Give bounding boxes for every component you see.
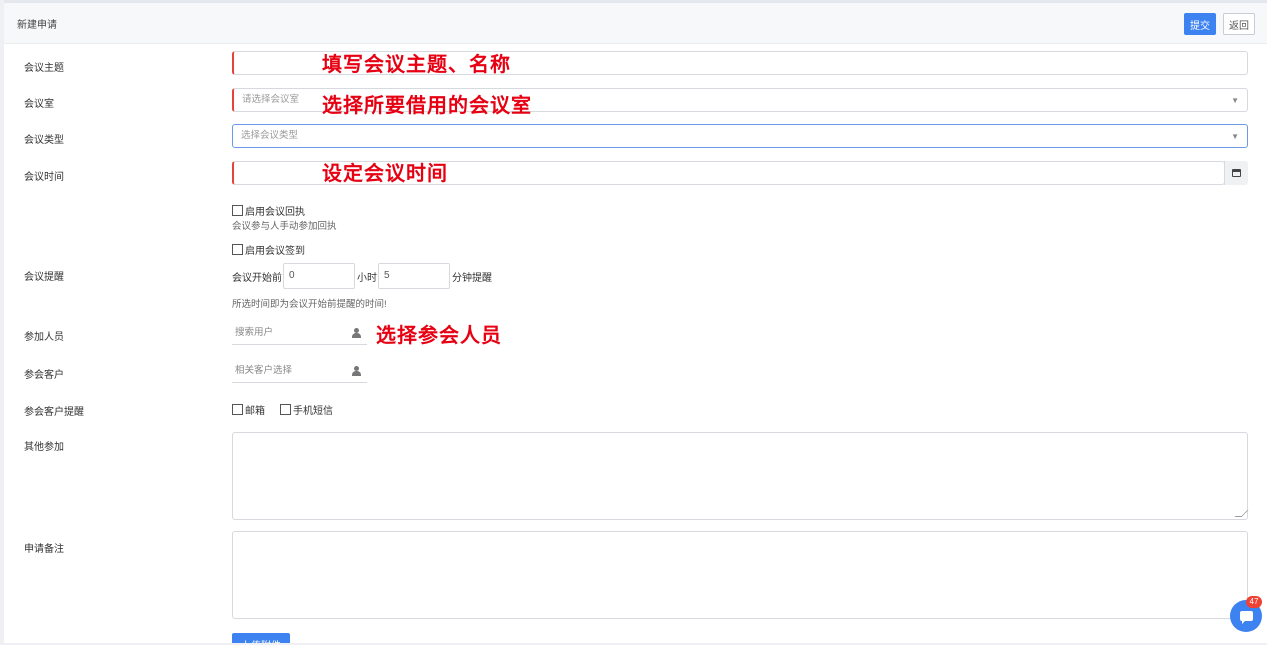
others-label: 其他参加 (24, 442, 64, 453)
chevron-down-icon: ▼ (1231, 96, 1239, 105)
receipt-hint: 会议参与人手动参加回执 (232, 221, 337, 232)
time-annotation: 设定会议时间 (322, 161, 448, 185)
room-label: 会议室 (24, 99, 54, 110)
sms-checkbox-label: 手机短信 (293, 406, 333, 417)
sms-checkbox[interactable]: 手机短信 (280, 402, 333, 417)
customers-label: 参会客户 (24, 370, 64, 381)
attachment-label: 附件 (24, 640, 44, 643)
resize-handle-icon[interactable] (1234, 510, 1249, 517)
topic-annotation: 填写会议主题、名称 (322, 52, 511, 76)
reminder-hours-unit: 小时 (357, 272, 377, 284)
reminder-minutes-unit: 分钟提醒 (452, 272, 492, 284)
chevron-down-icon: ▼ (1231, 132, 1239, 141)
topic-label: 会议主题 (24, 63, 64, 74)
receipt-checkbox[interactable]: 启用会议回执 (232, 203, 305, 218)
others-textarea[interactable] (232, 432, 1249, 520)
checkbox-icon (232, 244, 243, 255)
email-checkbox-label: 邮箱 (245, 406, 265, 417)
calendar-button[interactable] (1224, 161, 1248, 185)
signin-checkbox[interactable]: 启用会议签到 (232, 242, 305, 257)
submit-button[interactable]: 提交 (1184, 13, 1216, 35)
type-select[interactable]: 选择会议类型 ▼ (232, 124, 1248, 148)
time-label: 会议时间 (24, 172, 64, 183)
calendar-icon (1232, 169, 1241, 177)
chat-badge: 47 (1246, 596, 1262, 608)
participants-annotation: 选择参会人员 (376, 323, 502, 347)
chat-icon (1239, 611, 1253, 624)
remarks-textarea[interactable] (232, 531, 1249, 619)
remarks-label: 申请备注 (24, 544, 64, 555)
application-form-page: 新建申请 提交 返回 会议主题 填写会议主题、名称 会议室 请选择会议室 ▼ 选… (4, 0, 1267, 643)
user-icon (352, 366, 361, 376)
reminder-row: 会议开始前 0 小时 5 分钟提醒 (232, 263, 492, 289)
participants-search-input[interactable]: 搜索用户 (232, 321, 367, 345)
back-button[interactable]: 返回 (1223, 13, 1255, 35)
upload-attachment-button[interactable]: 上传附件 (232, 633, 290, 643)
checkbox-icon (232, 205, 243, 216)
room-placeholder: 请选择会议室 (242, 94, 300, 105)
signin-checkbox-label: 启用会议签到 (245, 246, 305, 257)
reminder-minutes-input[interactable]: 5 (378, 263, 450, 289)
page-title: 新建申请 (17, 20, 57, 31)
customers-search-input[interactable]: 相关客户选择 (232, 359, 367, 383)
user-icon (352, 328, 361, 338)
participants-label: 参加人员 (24, 332, 64, 343)
type-label: 会议类型 (24, 135, 64, 146)
customers-placeholder: 相关客户选择 (235, 365, 293, 376)
reminder-label: 会议提醒 (24, 272, 64, 283)
participants-placeholder: 搜索用户 (235, 327, 274, 338)
checkbox-icon (280, 404, 291, 415)
reminder-hint: 所选时间即为会议开始前提醒的时间! (232, 299, 387, 310)
customer-reminder-label: 参会客户提醒 (24, 407, 84, 418)
type-placeholder: 选择会议类型 (241, 130, 299, 141)
email-checkbox[interactable]: 邮箱 (232, 402, 265, 417)
reminder-prefix: 会议开始前 (232, 272, 282, 284)
reminder-hours-input[interactable]: 0 (283, 263, 355, 289)
receipt-checkbox-label: 启用会议回执 (245, 207, 305, 218)
room-annotation: 选择所要借用的会议室 (322, 93, 532, 117)
checkbox-icon (232, 404, 243, 415)
page-header: 新建申请 提交 返回 (4, 3, 1267, 44)
